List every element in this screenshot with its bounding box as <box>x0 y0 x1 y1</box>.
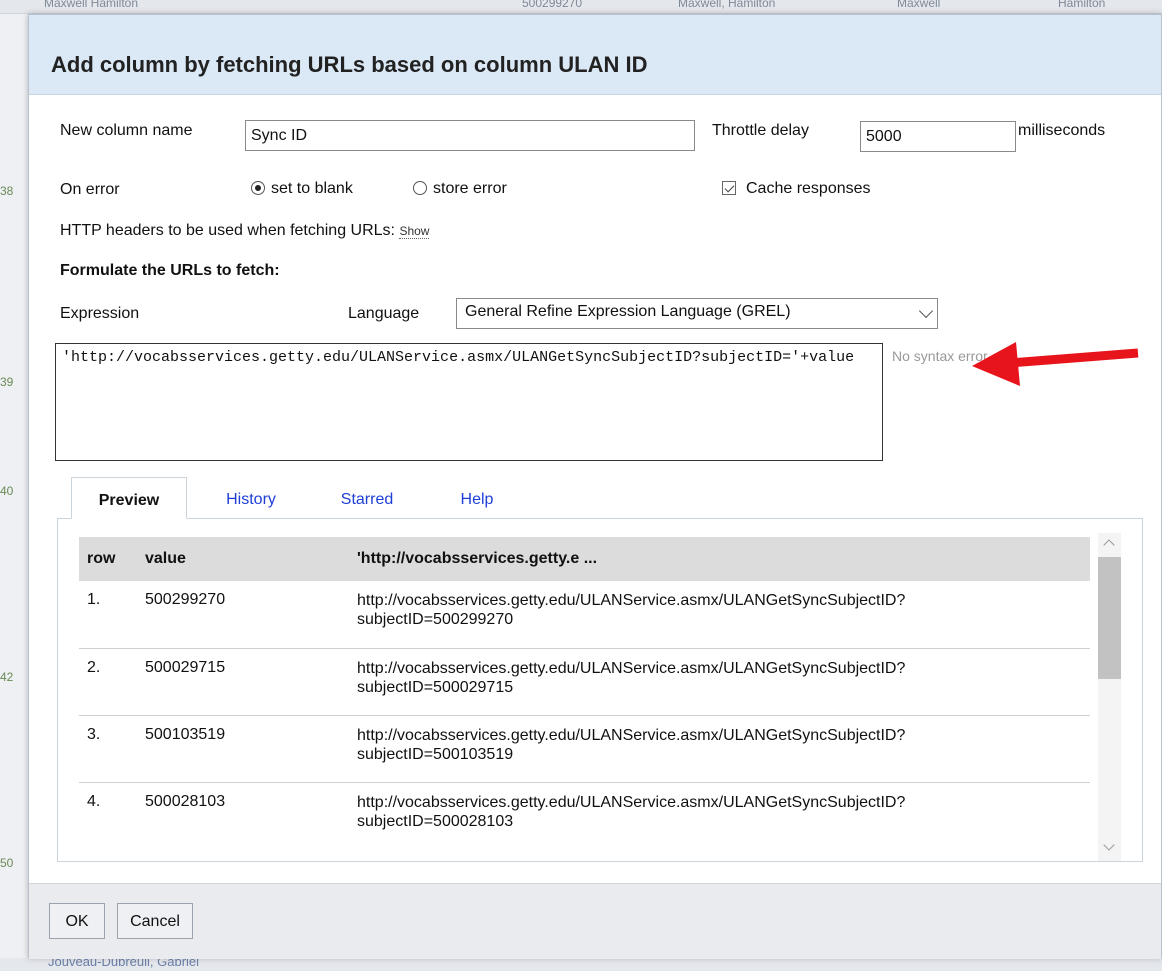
row-value: 500299270 <box>145 591 226 608</box>
new-column-label: New column name <box>60 122 193 139</box>
bg-cell-name: Maxwell Hamilton <box>44 0 139 10</box>
row-url-line1: http://vocabsservices.getty.edu/ULANServ… <box>357 659 906 677</box>
preview-table: row value 'http://vocabsservices.getty.e… <box>79 537 1090 847</box>
gutter-number: 50 <box>0 856 14 870</box>
column-header-value: value <box>137 537 349 581</box>
row-url: http://vocabsservices.getty.edu/ULANServ… <box>349 782 1090 847</box>
tab-history[interactable]: History <box>211 477 291 519</box>
cancel-button[interactable]: Cancel <box>117 903 193 939</box>
expression-status: No syntax error. <box>892 348 991 364</box>
radio-unselected-icon[interactable] <box>413 181 427 195</box>
row-value: 500103519 <box>145 725 226 743</box>
row-number: 3. <box>87 725 101 743</box>
row-value: 500028103 <box>145 792 226 810</box>
bg-cell-id: 500299270 <box>522 0 583 10</box>
language-select-value: General Refine Expression Language (GREL… <box>465 303 791 320</box>
ok-button[interactable]: OK <box>49 903 105 939</box>
row-url-line2: subjectID=500299270 <box>357 611 514 628</box>
table-header-row: row value 'http://vocabsservices.getty.e… <box>79 537 1090 581</box>
expression-textarea[interactable] <box>55 343 883 461</box>
row-number: 2. <box>87 658 101 676</box>
row-url-line2: subjectID=500103519 <box>357 745 514 763</box>
chevron-down-icon <box>918 303 934 319</box>
on-error-blank-option[interactable]: set to blank <box>251 180 353 198</box>
tab-starred[interactable]: Starred <box>327 477 407 519</box>
on-error-label: On error <box>60 181 120 198</box>
row-url-line1: http://vocabsservices.getty.edu/ULANServ… <box>357 592 906 609</box>
bg-cell-first: Maxwell <box>897 0 941 10</box>
on-error-store-option[interactable]: store error <box>413 180 507 198</box>
expression-label: Expression <box>60 305 140 322</box>
row-url: http://vocabsservices.getty.edu/ULANServ… <box>349 715 1090 782</box>
cache-responses-option[interactable]: Cache responses <box>722 180 871 198</box>
new-column-name-input[interactable] <box>245 120 695 151</box>
throttle-delay-label: Throttle delay <box>712 122 809 139</box>
bg-cell-bottom-name: Jouveau-Dubreuil, Gabriel <box>48 958 200 969</box>
tab-preview[interactable]: Preview <box>71 477 187 519</box>
gutter-number: 39 <box>0 375 14 389</box>
row-url-line1: http://vocabsservices.getty.edu/ULANServ… <box>357 726 906 744</box>
row-url-line1: http://vocabsservices.getty.edu/ULANServ… <box>357 793 906 811</box>
show-headers-link[interactable]: Show <box>399 224 430 239</box>
preview-panel: row value 'http://vocabsservices.getty.e… <box>57 518 1143 862</box>
row-url-line2: subjectID=500028103 <box>357 812 514 830</box>
scroll-down-icon[interactable] <box>1103 839 1115 851</box>
background-row-top: Maxwell Hamilton 500299270 Maxwell, Hami… <box>0 0 1162 14</box>
scrollbar-thumb[interactable] <box>1098 557 1121 679</box>
bg-cell-last: Hamilton <box>1058 0 1106 10</box>
formulate-heading: Formulate the URLs to fetch: <box>60 262 280 279</box>
bg-cell-fullname: Maxwell, Hamilton <box>678 0 776 10</box>
row-url: http://vocabsservices.getty.edu/ULANServ… <box>349 648 1090 715</box>
cache-responses-label: Cache responses <box>746 180 871 197</box>
column-header-row: row <box>79 537 137 581</box>
radio-selected-icon[interactable] <box>251 181 265 195</box>
column-header-url: 'http://vocabsservices.getty.e ... <box>349 537 1090 581</box>
row-number: 1. <box>87 591 101 608</box>
gutter-number: 40 <box>0 484 14 498</box>
language-label: Language <box>348 305 420 322</box>
http-headers-text: HTTP headers to be used when fetching UR… <box>60 222 395 239</box>
dialog-title: Add column by fetching URLs based on col… <box>29 15 1161 95</box>
gutter-number: 38 <box>0 184 14 198</box>
table-row: 3. 500103519 http://vocabsservices.getty… <box>79 715 1090 782</box>
tab-help[interactable]: Help <box>449 477 505 519</box>
table-row: 4. 500028103 http://vocabsservices.getty… <box>79 782 1090 847</box>
table-row: 2. 500029715 http://vocabsservices.getty… <box>79 648 1090 715</box>
fetch-urls-dialog: Add column by fetching URLs based on col… <box>28 14 1162 959</box>
table-row: 1. 500299270 http://vocabsservices.getty… <box>79 581 1090 648</box>
preview-scrollbar[interactable] <box>1098 533 1121 861</box>
dialog-body: New column name Throttle delay milliseco… <box>29 95 1161 881</box>
checkbox-checked-icon[interactable] <box>722 181 736 195</box>
row-url-line2: subjectID=500029715 <box>357 678 514 696</box>
throttle-delay-input[interactable] <box>860 121 1016 152</box>
row-url: http://vocabsservices.getty.edu/ULANServ… <box>349 581 1090 648</box>
http-headers-label: HTTP headers to be used when fetching UR… <box>60 222 430 240</box>
background-row-bottom: Jouveau-Dubreuil, Gabriel <box>0 958 1162 971</box>
throttle-unit-label: milliseconds <box>1018 122 1106 139</box>
dialog-footer <box>29 883 1161 959</box>
row-value: 500029715 <box>145 658 226 676</box>
scroll-up-icon[interactable] <box>1103 539 1115 551</box>
on-error-store-label: store error <box>433 180 507 197</box>
row-number: 4. <box>87 792 101 810</box>
gutter-number: 42 <box>0 670 14 684</box>
preview-grid: row value 'http://vocabsservices.getty.e… <box>79 537 1090 847</box>
on-error-blank-label: set to blank <box>271 180 353 197</box>
language-select[interactable]: General Refine Expression Language (GREL… <box>456 298 938 329</box>
